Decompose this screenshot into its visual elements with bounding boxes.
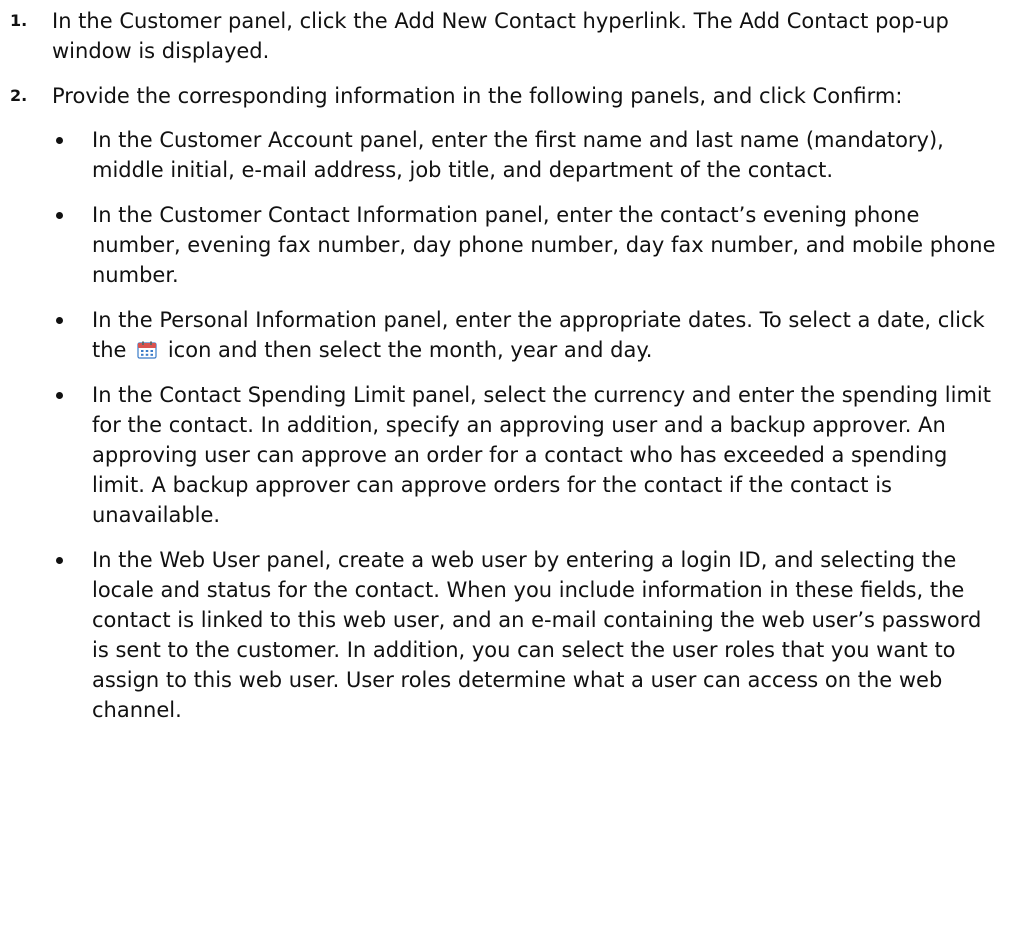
bullet-dot [56, 557, 63, 564]
step-number: 1. [10, 11, 28, 30]
bullet-dot [56, 392, 63, 399]
bullet-web-user: In the Web User panel, create a web user… [52, 545, 1000, 725]
bullet-dot [56, 137, 63, 144]
calendar-icon [137, 341, 157, 359]
instruction-document: 1. In the Customer panel, click the Add … [0, 6, 1000, 740]
bullet-text-after-icon: icon and then select the month, year and… [167, 338, 653, 362]
step-2-bullet-list: In the Customer Account panel, enter the… [52, 125, 1000, 725]
bullet-customer-contact-information: In the Customer Contact Information pane… [52, 200, 1000, 290]
bullet-text: In the Contact Spending Limit panel, sel… [92, 383, 991, 527]
step-text: In the Customer panel, click the Add New… [52, 9, 949, 63]
step-2: 2. Provide the corresponding information… [0, 81, 1000, 725]
bullet-text: In the Customer Account panel, enter the… [92, 128, 944, 182]
bullet-text: In the Customer Contact Information pane… [92, 203, 996, 287]
step-1: 1. In the Customer panel, click the Add … [0, 6, 1000, 66]
bullet-dot [56, 317, 63, 324]
bullet-text: In the Web User panel, create a web user… [92, 548, 982, 722]
bullet-customer-account: In the Customer Account panel, enter the… [52, 125, 1000, 185]
step-number: 2. [10, 86, 28, 105]
bullet-contact-spending-limit: In the Contact Spending Limit panel, sel… [52, 380, 1000, 530]
step-text: Provide the corresponding information in… [52, 84, 903, 108]
bullet-dot [56, 212, 63, 219]
bullet-personal-information: In the Personal Information panel, enter… [52, 305, 1000, 365]
